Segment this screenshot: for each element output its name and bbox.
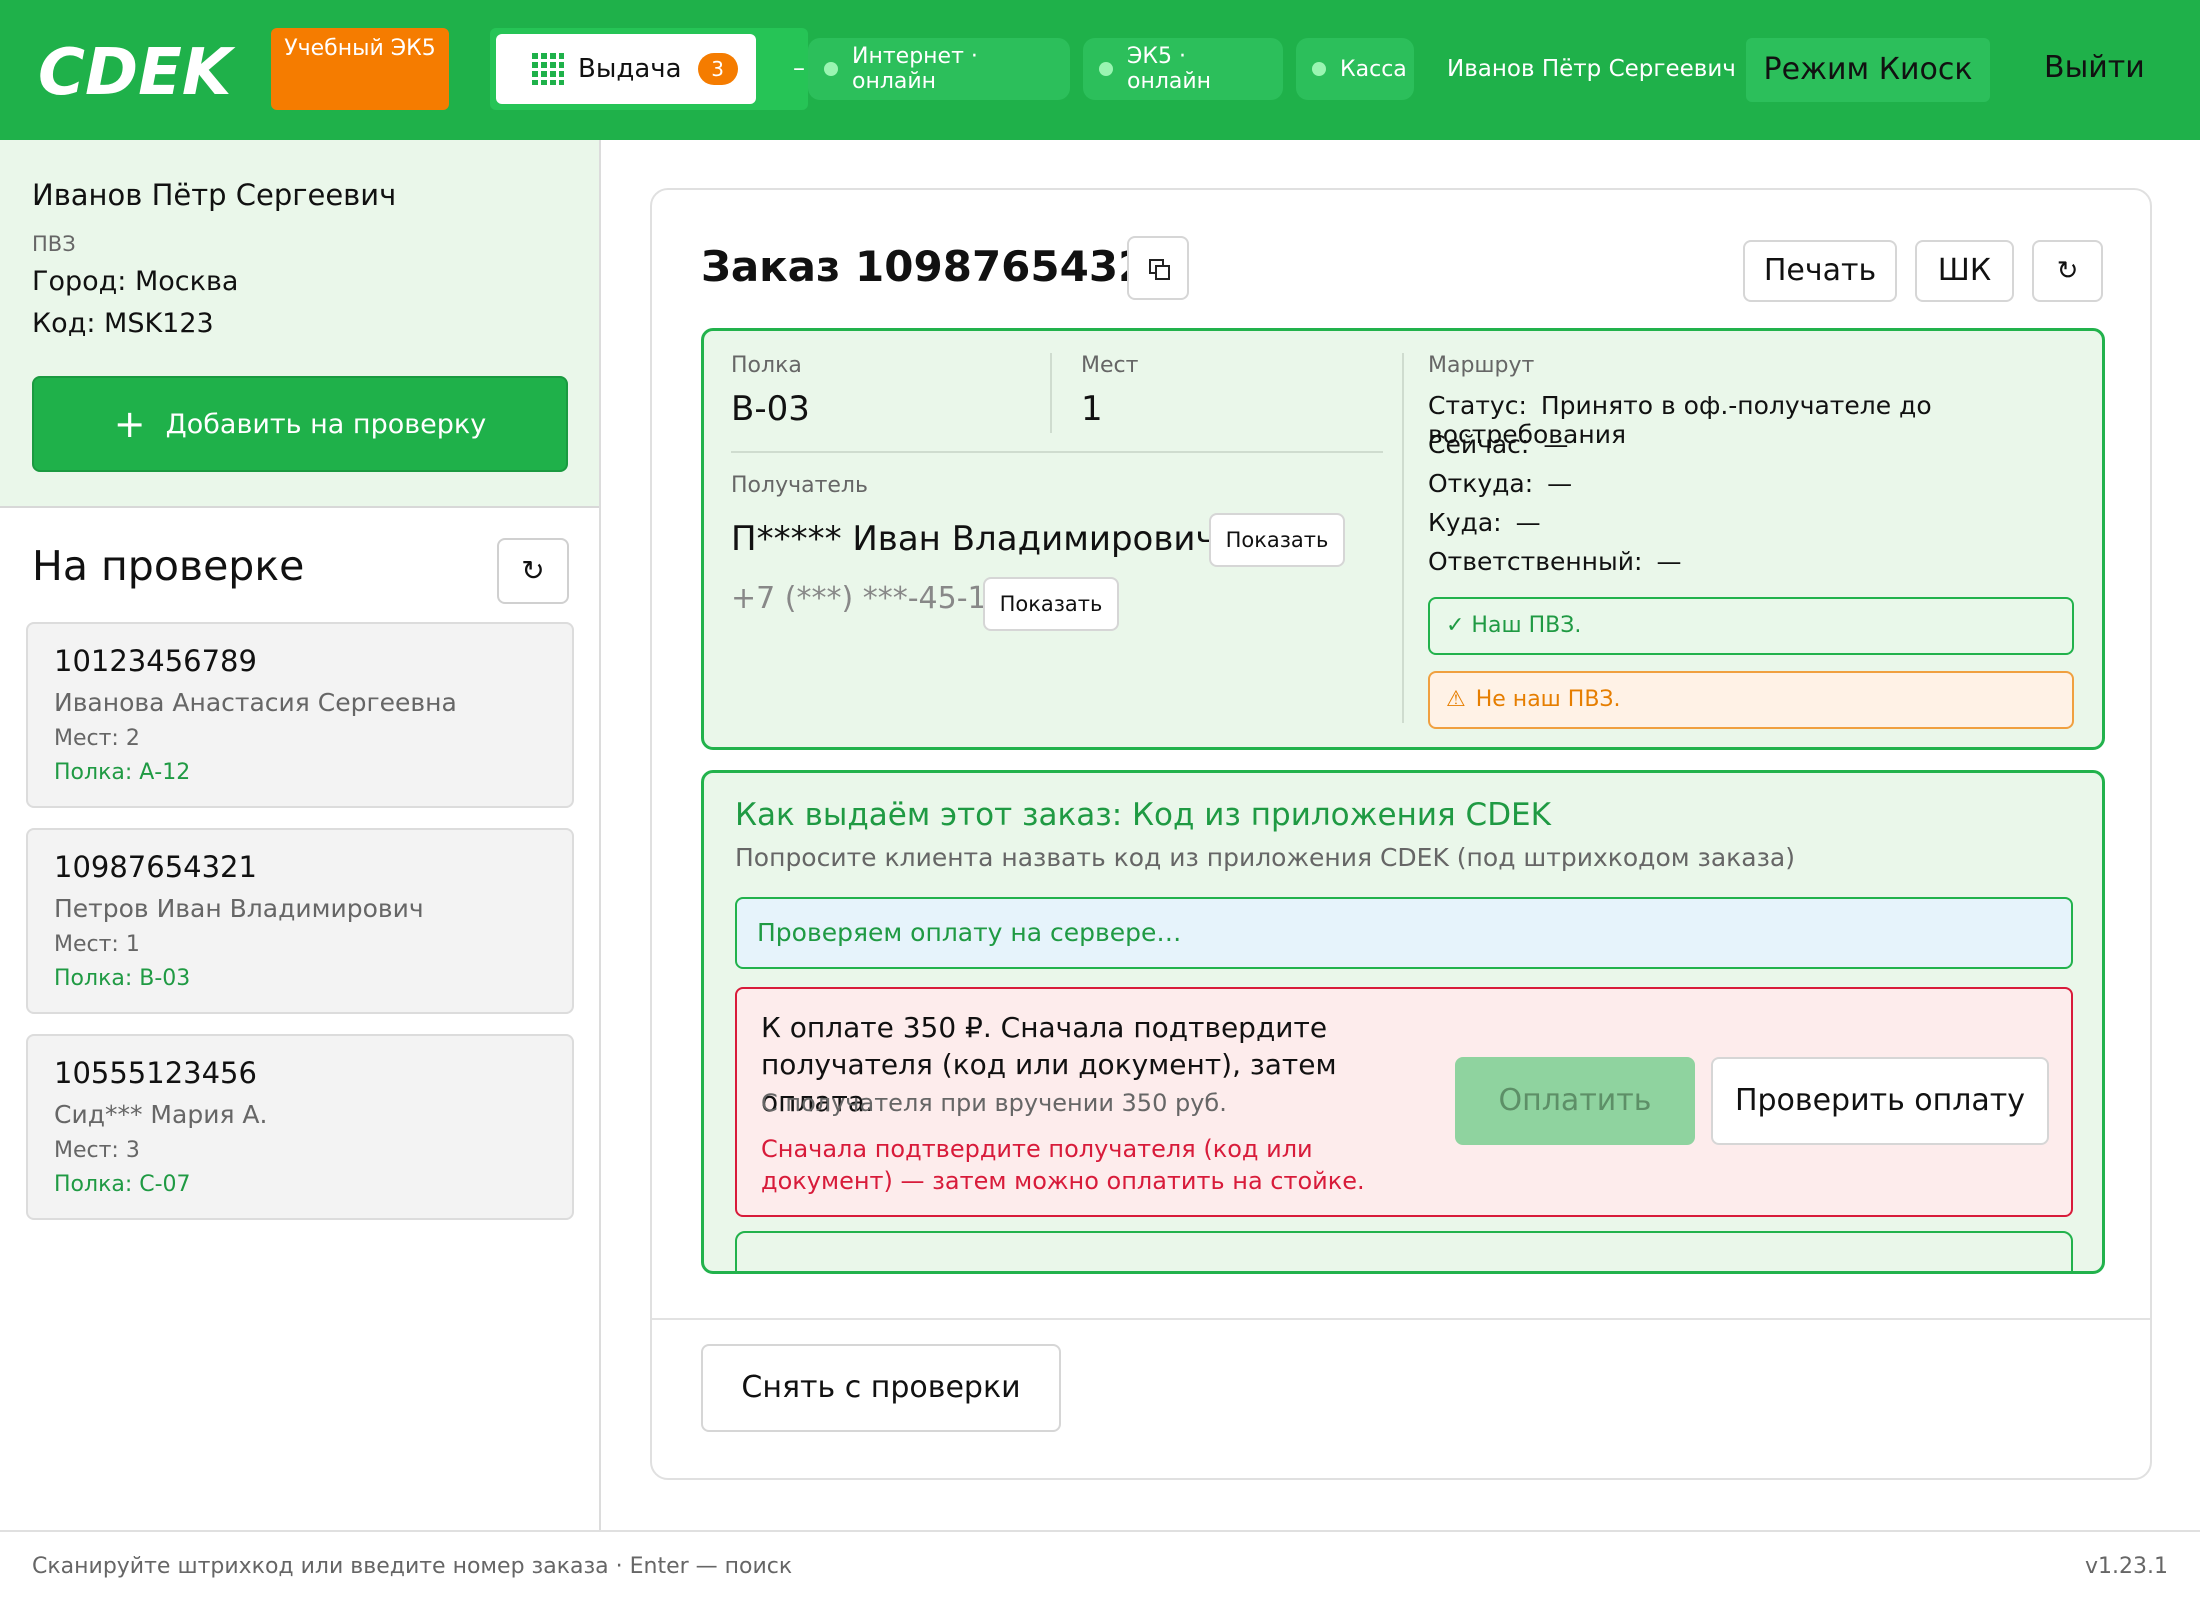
- refresh-icon: ↻: [2056, 256, 2079, 286]
- cdek-logo-icon: CDEK: [38, 36, 236, 110]
- sidebar-code: Код: MSK123: [32, 308, 214, 339]
- app-version: v1.23.1: [2085, 1554, 2168, 1579]
- sidebar-refresh-button[interactable]: ↻: [497, 538, 569, 604]
- order-number: 10555123456: [54, 1056, 257, 1090]
- list-item-order[interactable]: 10123456789 Иванова Анастасия Сергеевна …: [26, 622, 574, 808]
- route-to: Куда: —: [1428, 508, 1541, 537]
- status-internet: Интернет · онлайн: [808, 38, 1070, 100]
- kiosk-mode-button[interactable]: Режим Киоск: [1746, 38, 1990, 102]
- on-check-title: На проверке: [32, 542, 305, 590]
- status-ek5-label: ЭК5 · онлайн: [1127, 44, 1212, 94]
- copy-icon: [1149, 259, 1170, 280]
- top-header: CDEK Учебный ЭК5 Выдача 3 – Интернет · о…: [0, 0, 2200, 140]
- order-title: Заказ 10987654321: [701, 242, 1177, 291]
- add-to-check-label: Добавить на проверку: [165, 408, 487, 440]
- cdek-logo: CDEK: [38, 34, 242, 110]
- logo-text: CDEK: [38, 36, 236, 104]
- next-step-panel: [735, 1231, 2073, 1271]
- online-dot-icon: [1099, 62, 1113, 76]
- order-places: Мест: 2: [54, 726, 140, 751]
- route-label: Маршрут: [1428, 353, 1535, 378]
- recipient-name: П***** Иван Владимирович: [731, 519, 1216, 559]
- remove-from-check-button[interactable]: Снять с проверки: [701, 1344, 1061, 1432]
- divider: [1402, 353, 1404, 723]
- our-pvz-badge: ✓ Наш ПВЗ.: [1428, 597, 2074, 655]
- status-kassa-label: Касса: [1340, 56, 1407, 82]
- status-internet-label: Интернет · онлайн: [852, 44, 978, 94]
- plus-icon: +: [113, 402, 146, 446]
- shelf-value: B-03: [731, 389, 810, 429]
- list-item-order[interactable]: 10555123456 Сид*** Мария А. Мест: 3 Полк…: [26, 1034, 574, 1220]
- order-recipient: Сид*** Мария А.: [54, 1100, 268, 1129]
- copy-order-number-button[interactable]: [1127, 236, 1189, 300]
- tab-issue-count-badge: 3: [697, 53, 738, 85]
- online-dot-icon: [1312, 62, 1326, 76]
- route-from: Откуда: —: [1428, 469, 1573, 498]
- recipient-label: Получатель: [731, 473, 868, 498]
- sidebar-user-panel: Иванов Пётр Сергеевич ПВЗ Город: Москва …: [0, 140, 599, 508]
- order-shelf: Полка: А-12: [54, 760, 191, 785]
- sidebar: Иванов Пётр Сергеевич ПВЗ Город: Москва …: [0, 140, 601, 1530]
- order-recipient: Петров Иван Владимирович: [54, 894, 424, 923]
- refresh-icon: ↻: [521, 554, 545, 587]
- status-ek5: ЭК5 · онлайн: [1083, 38, 1283, 100]
- barcode-button[interactable]: ШК: [1915, 240, 2014, 302]
- order-places: Мест: 1: [54, 932, 140, 957]
- route-current: Сейчас: —: [1428, 430, 1569, 459]
- tab-issue-label: Выдача: [578, 54, 682, 84]
- not-our-pvz-label: Не наш ПВЗ.: [1475, 687, 1621, 712]
- payment-warning-text: Сначала подтвердите получателя (код или …: [761, 1135, 1365, 1195]
- check-payment-button[interactable]: Проверить оплату: [1711, 1057, 2049, 1145]
- online-dot-icon: [824, 62, 838, 76]
- warning-icon: ⚠: [1446, 687, 1466, 712]
- grid-icon: [532, 53, 564, 85]
- sidebar-user-name: Иванов Пётр Сергеевич: [32, 178, 397, 212]
- not-our-pvz-badge: ⚠ Не наш ПВЗ.: [1428, 671, 2074, 729]
- divider: [652, 1318, 2150, 1320]
- add-to-check-button[interactable]: + Добавить на проверку: [32, 376, 568, 472]
- order-recipient: Иванова Анастасия Сергеевна: [54, 688, 457, 717]
- list-item-order[interactable]: 10987654321 Петров Иван Владимирович Мес…: [26, 828, 574, 1014]
- training-badge: Учебный ЭК5: [271, 28, 449, 110]
- issue-method-title: Как выдаём этот заказ: Код из приложения…: [735, 797, 1551, 833]
- order-info-panel: Полка B-03 Мест 1 Получатель П***** Иван…: [701, 328, 2105, 750]
- places-label: Мест: [1081, 353, 1139, 378]
- mode-tabs: Выдача 3: [490, 28, 808, 110]
- order-number: 10123456789: [54, 644, 257, 678]
- payment-checking-status: Проверяем оплату на сервере…: [735, 897, 2073, 969]
- print-button[interactable]: Печать: [1743, 240, 1897, 302]
- show-phone-button[interactable]: Показать: [983, 577, 1119, 631]
- payment-sub-text: С получателя при вручении 350 руб.: [761, 1089, 1227, 1117]
- order-shelf: Полка: B-03: [54, 966, 191, 991]
- header-user-name: Иванов Пётр Сергеевич: [1447, 56, 1736, 82]
- issue-method-panel: Как выдаём этот заказ: Код из приложения…: [701, 770, 2105, 1274]
- logout-button[interactable]: Выйти: [2044, 50, 2145, 85]
- order-number: 10987654321: [54, 850, 257, 884]
- header-separator: –: [793, 54, 805, 82]
- scan-hint: Сканируйте штрихкод или введите номер за…: [32, 1554, 793, 1579]
- shelf-label: Полка: [731, 353, 802, 378]
- status-bar: Сканируйте штрихкод или введите номер за…: [0, 1530, 2200, 1600]
- tab-issue[interactable]: Выдача 3: [496, 34, 756, 104]
- divider: [1050, 353, 1052, 433]
- pay-button[interactable]: Оплатить: [1455, 1057, 1695, 1145]
- payment-panel: К оплате 350 ₽. Сначала подтвердите полу…: [735, 987, 2073, 1217]
- order-details-card: Заказ 10987654321 Печать ШК ↻ Полка B-03…: [650, 188, 2152, 1480]
- show-recipient-button[interactable]: Показать: [1209, 513, 1345, 567]
- sidebar-role: ПВЗ: [32, 232, 76, 256]
- places-value: 1: [1081, 389, 1103, 429]
- recipient-phone: +7 (***) ***-45-12: [731, 581, 1006, 616]
- order-places: Мест: 3: [54, 1138, 140, 1163]
- divider: [731, 451, 1383, 453]
- order-shelf: Полка: С-07: [54, 1172, 191, 1197]
- sidebar-city: Город: Москва: [32, 266, 239, 297]
- status-kassa: Касса: [1296, 38, 1414, 100]
- route-responsible: Ответственный: —: [1428, 547, 1682, 576]
- issue-method-subtitle: Попросите клиента назвать код из приложе…: [735, 843, 1795, 872]
- order-refresh-button[interactable]: ↻: [2032, 240, 2103, 302]
